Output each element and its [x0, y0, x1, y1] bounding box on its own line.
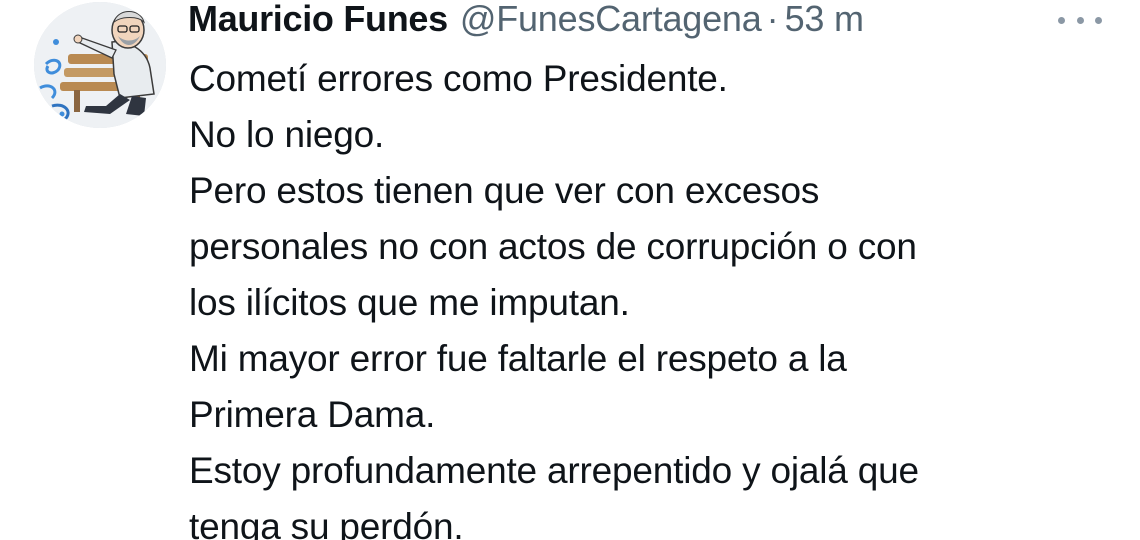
tweet-text-line: Estoy profundamente arrepentido y ojalá … — [189, 450, 919, 491]
tweet-text-line: Mi mayor error fue faltarle el respeto a… — [189, 338, 847, 379]
dot — [1076, 16, 1084, 24]
avatar[interactable] — [34, 2, 166, 128]
meta-separator: · — [766, 0, 779, 39]
tweet-text-line: personales no con actos de corrupción o … — [189, 226, 917, 267]
tweet-text-line: Primera Dama. — [189, 394, 436, 435]
cartoon-caricature-avatar-icon — [34, 2, 166, 128]
more-horizontal-icon[interactable] — [1052, 4, 1108, 36]
author-name[interactable]: Mauricio Funes — [188, 0, 448, 42]
tweet-text-line: Cometí errores como Presidente. — [189, 58, 728, 99]
timestamp-link[interactable]: 53 m — [785, 0, 864, 42]
dot — [1095, 16, 1102, 24]
author-handle[interactable]: @FunesCartagena — [460, 0, 762, 42]
tweet-text-line: tenga su perdón. — [189, 506, 464, 540]
tweet-header: Mauricio Funes @FunesCartagena · 53 m — [188, 0, 864, 42]
tweet-text-line: No lo niego. — [189, 114, 385, 155]
tweet-text-line: los ilícitos que me imputan. — [189, 282, 630, 323]
dot — [1058, 16, 1065, 24]
tweet-card[interactable]: Mauricio Funes @FunesCartagena · 53 m Co… — [0, 0, 1140, 540]
tweet-text-line: Pero estos tienen que ver con excesos — [189, 170, 820, 211]
tweet-text: Cometí errores como Presidente. No lo ni… — [189, 51, 1129, 540]
